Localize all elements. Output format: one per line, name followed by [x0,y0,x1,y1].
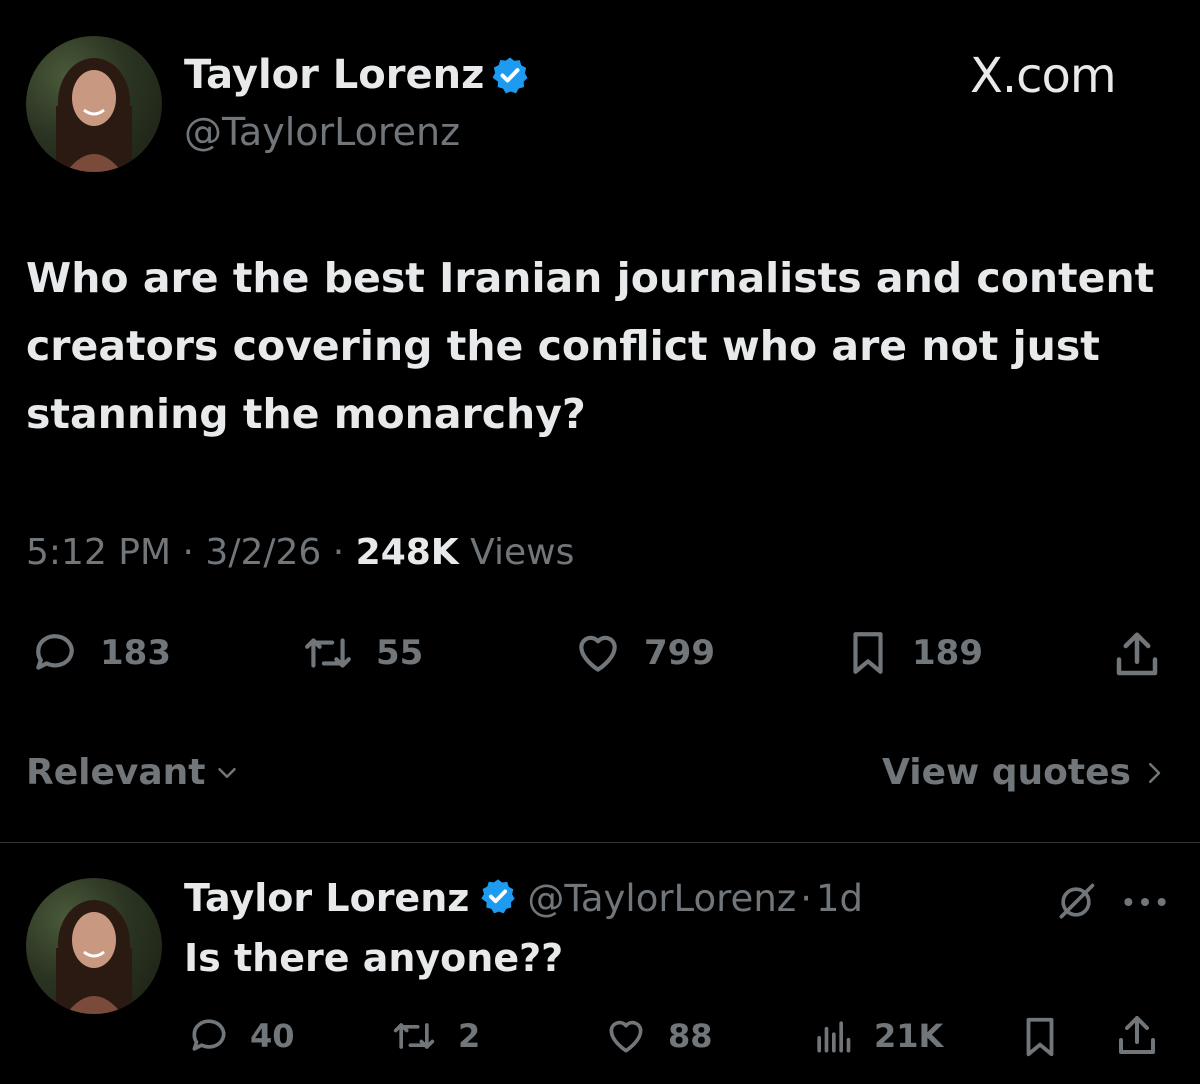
grok-icon [1059,883,1095,919]
reply-text: Is there anyone?? [184,936,564,980]
like-count: 799 [644,633,715,673]
bookmark-count: 189 [912,633,983,673]
view-quotes-link[interactable]: View quotes [882,752,1185,793]
like-button[interactable]: 799 [568,628,715,678]
reply-reply-button[interactable]: 40 [184,1014,295,1058]
reply-icon [192,1019,226,1051]
share-icon [1119,1016,1155,1054]
like-icon [579,635,617,672]
reply-repost-button[interactable]: 2 [386,1014,480,1058]
grok-button[interactable] [1052,880,1100,928]
sort-relevant-dropdown[interactable]: Relevant [26,752,258,793]
view-quotes-label: View quotes [882,752,1131,793]
tweet-meta: 5:12 PM · 3/2/26 · 248K Views [26,532,574,573]
meta-separator: · [332,532,345,573]
reply-repost-count: 2 [458,1017,481,1055]
views-count: 248K [355,532,459,573]
reply-views-button[interactable]: 21K [806,1014,943,1058]
verified-badge-icon [490,55,530,99]
reply-age[interactable]: 1d [816,877,863,920]
site-label: X.com [970,48,1117,104]
author-handle[interactable]: @TaylorLorenz [184,110,460,154]
section-divider [0,842,1200,843]
more-button[interactable] [1120,884,1170,924]
chevron-right-icon [1148,762,1161,783]
bookmark-button[interactable]: 189 [840,628,983,678]
meta-separator: · [182,532,194,573]
author-name[interactable]: Taylor Lorenz [184,52,484,98]
reply-like-button[interactable]: 88 [600,1014,713,1058]
reply-button[interactable]: 183 [26,628,171,678]
reply-icon [36,634,74,670]
bookmark-icon [1026,1017,1054,1057]
author-avatar[interactable] [26,36,162,172]
repost-icon [393,1023,435,1049]
repost-icon [305,638,351,668]
verified-badge-icon [479,877,517,919]
sort-label: Relevant [26,752,206,793]
views-icon [817,1021,851,1053]
tweet-time[interactable]: 5:12 PM [26,532,171,573]
tweet-text: Who are the best Iranian journalists and… [26,254,1155,438]
views-label: Views [470,532,575,573]
reply-reply-count: 40 [250,1017,295,1055]
more-icon [1124,898,1166,906]
chevron-down-icon [217,767,236,778]
reply-author-name[interactable]: Taylor Lorenz [184,876,469,920]
bookmark-icon [853,632,883,674]
share-icon [1116,632,1158,676]
like-icon [609,1020,643,1053]
reply-author-handle[interactable]: @TaylorLorenz [527,877,796,920]
reply-like-count: 88 [668,1017,713,1055]
reply-count: 183 [100,633,171,673]
repost-count: 55 [376,633,424,673]
reply-author-avatar[interactable] [26,878,162,1014]
reply-share-button[interactable] [1112,1012,1178,1060]
tweet-date[interactable]: 3/2/26 [205,532,321,573]
reply-bookmark-button[interactable] [1016,1014,1080,1060]
reply-separator: · [800,876,812,920]
avatar-photo [56,58,132,172]
avatar-photo [56,900,132,1014]
repost-button[interactable]: 55 [296,628,423,678]
reply-views-count: 21K [874,1017,944,1055]
share-button[interactable] [1108,628,1182,682]
reply-header: Taylor Lorenz @TaylorLorenz · 1d [184,876,863,920]
